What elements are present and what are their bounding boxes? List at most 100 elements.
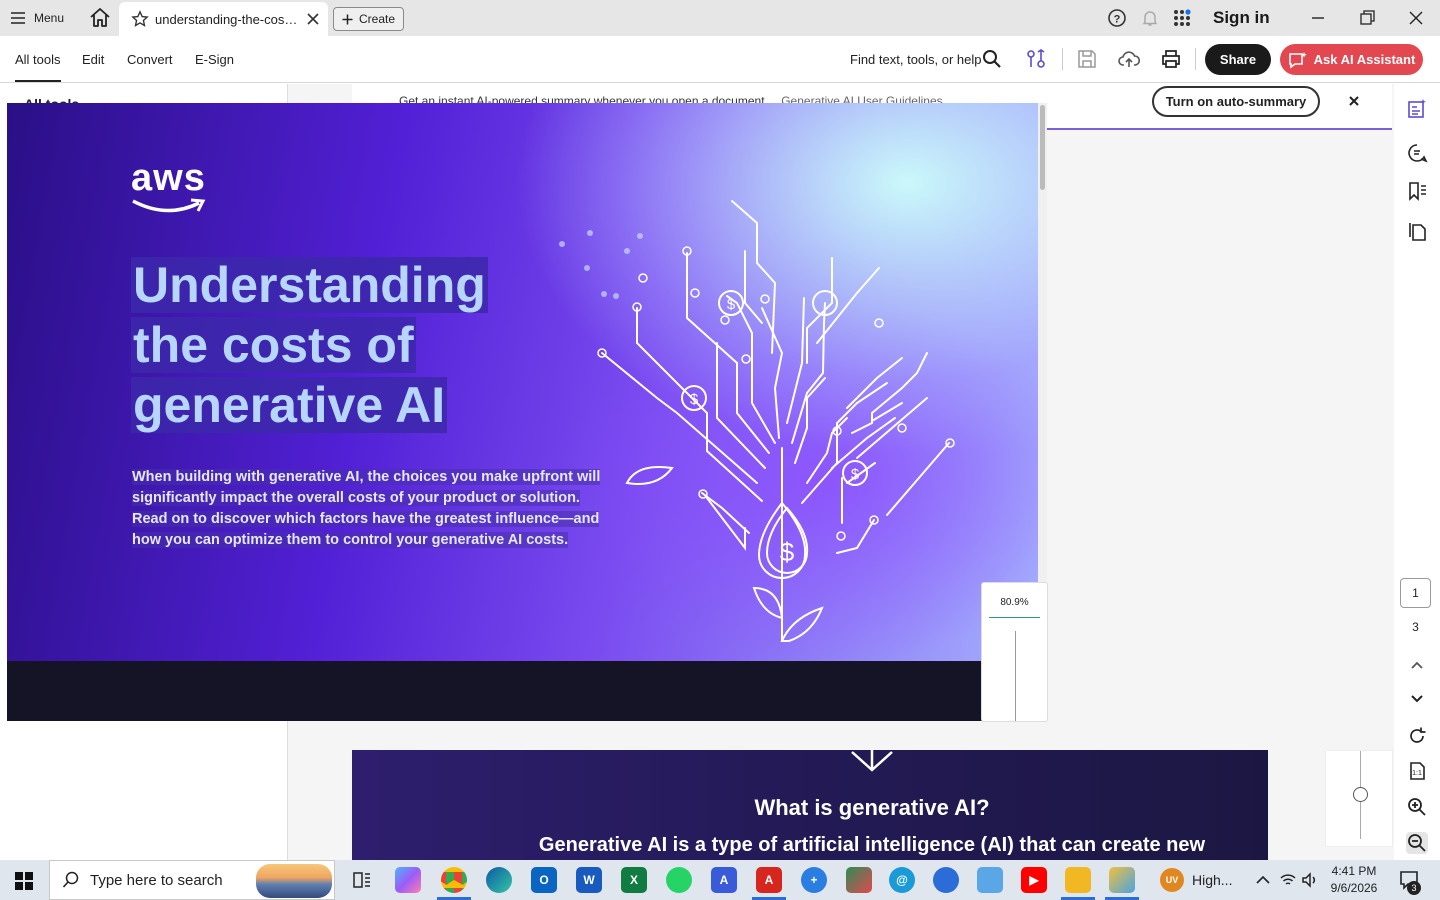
file-explorer-icon[interactable] [1065, 867, 1091, 893]
page-2-content: What is generative AI? Generative AI is … [352, 750, 1392, 860]
zoom-track[interactable] [1015, 631, 1016, 721]
copilot-icon[interactable] [395, 867, 421, 893]
search-placeholder: Type here to search [90, 871, 223, 889]
profile-label[interactable]: High... [1192, 872, 1232, 888]
apps-grid-icon[interactable] [1172, 8, 1192, 28]
svg-text:$: $ [780, 537, 795, 567]
zoom-out-icon[interactable] [1406, 832, 1428, 854]
sign-in-link[interactable]: Sign in [1213, 8, 1270, 28]
paint-icon[interactable] [1109, 867, 1135, 893]
edge-icon[interactable] [486, 867, 512, 893]
comment-icon[interactable] [1406, 142, 1428, 164]
close-tab-icon[interactable] [306, 12, 320, 26]
zoom-slider-panel[interactable] [1325, 750, 1393, 847]
system-clock[interactable]: 4:41 PM 9/6/2026 [1326, 863, 1382, 897]
svg-text:$: $ [690, 391, 699, 408]
title-line-1: Understanding [131, 257, 488, 313]
document-tab[interactable]: understanding-the-costs... [119, 2, 328, 36]
save-icon[interactable] [1076, 48, 1098, 70]
document-cover-page[interactable]: aws Understanding the costs of generativ… [7, 103, 1047, 721]
svg-text:$: $ [727, 296, 736, 313]
cloud-upload-icon[interactable] [1118, 48, 1140, 70]
close-banner-icon[interactable] [1347, 94, 1361, 108]
mail-icon[interactable] [977, 867, 1003, 893]
aws-logo: aws [131, 159, 207, 215]
search-icon [62, 871, 79, 888]
azure-icon[interactable]: A [711, 867, 737, 893]
tab-all-tools[interactable]: All tools [15, 52, 61, 82]
find-text-tools-help[interactable]: Find text, tools, or help [850, 52, 982, 67]
title-line-2: the costs of [131, 317, 416, 373]
svg-text:?: ? [1114, 14, 1121, 26]
ai-assistant-label: Ask AI Assistant [1313, 52, 1416, 67]
tab-edit[interactable]: Edit [82, 52, 104, 67]
share-button[interactable]: Share [1205, 44, 1271, 75]
zoom-value[interactable]: 80.9% [982, 597, 1047, 608]
scrollbar-thumb[interactable] [1040, 105, 1045, 190]
notification-count: 3 [1407, 881, 1421, 895]
outlook-icon[interactable]: O [531, 867, 557, 893]
zoom-slider-knob[interactable] [1353, 787, 1368, 802]
tab-e-sign[interactable]: E-Sign [195, 52, 234, 67]
volume-icon[interactable] [1301, 871, 1319, 889]
main-toolbar: All tools Edit Convert E-Sign Find text,… [0, 36, 1440, 83]
mail-client-icon[interactable] [933, 867, 959, 893]
chevron-down-icon[interactable] [1406, 687, 1428, 709]
chrome-icon[interactable] [441, 867, 467, 893]
document-page-2[interactable]: What is generative AI? Generative AI is … [352, 750, 1268, 860]
title-line-3: generative AI [131, 377, 448, 433]
create-button[interactable]: Create [333, 7, 404, 31]
taskbar-search[interactable]: Type here to search [49, 860, 335, 900]
youtube-icon[interactable]: ▶ [1021, 867, 1047, 893]
whatsapp-icon[interactable] [666, 867, 692, 893]
wifi-icon[interactable] [1279, 871, 1297, 889]
photos-app-icon[interactable] [846, 867, 872, 893]
money-plant-illustration: $ $ $ $ [559, 200, 955, 721]
turn-on-auto-summary-button[interactable]: Turn on auto-summary [1152, 86, 1320, 117]
excel-icon[interactable]: X [621, 867, 647, 893]
zoom-popup[interactable]: 80.9% [981, 582, 1048, 722]
search-icon[interactable] [981, 48, 1003, 70]
acrobat-icon[interactable]: A [756, 867, 782, 893]
current-page-field[interactable]: 1 [1400, 578, 1431, 608]
page-thumbnails-icon[interactable]: 1:1 [1406, 760, 1428, 782]
cover-title: Understanding the costs of generative AI [131, 255, 488, 435]
window-close-icon[interactable] [1404, 6, 1428, 30]
restore-icon[interactable] [1355, 6, 1379, 30]
pages-icon[interactable] [1406, 220, 1428, 242]
ai-tools-icon[interactable] [1025, 48, 1047, 70]
print-icon[interactable] [1160, 48, 1182, 70]
tab-convert[interactable]: Convert [127, 52, 173, 67]
star-icon[interactable] [131, 10, 149, 28]
arrow-down-icon [851, 750, 893, 772]
toolbar-divider [1195, 48, 1196, 70]
email-at-icon[interactable]: @ [889, 867, 915, 893]
tab-title: understanding-the-costs... [155, 11, 300, 27]
minimize-icon[interactable] [1306, 6, 1330, 30]
svg-text:$: $ [851, 466, 860, 483]
ai-assistant-icon [1288, 51, 1307, 69]
clock-date: 9/6/2026 [1330, 881, 1378, 895]
chevron-up-icon[interactable] [1406, 654, 1428, 676]
menu-button[interactable]: Menu [10, 6, 64, 30]
ai-summary-icon[interactable] [1406, 98, 1428, 120]
chevron-up-icon[interactable] [1254, 871, 1272, 889]
home-icon[interactable] [88, 6, 112, 30]
refresh-icon[interactable] [1406, 725, 1428, 747]
search-highlight-image [256, 864, 332, 898]
page-2-heading: What is generative AI? [754, 795, 990, 820]
create-label: Create [358, 12, 396, 26]
ask-ai-assistant-button[interactable]: Ask AI Assistant [1280, 44, 1423, 75]
zoom-in-icon[interactable] [1406, 796, 1428, 818]
task-view-icon[interactable] [349, 867, 375, 893]
help-icon[interactable]: ? [1107, 8, 1127, 28]
profile-avatar[interactable]: UV [1160, 868, 1184, 892]
helper-app-icon[interactable]: + [801, 867, 827, 893]
right-rail: 1 3 1:1 [1394, 84, 1440, 860]
bell-icon[interactable] [1140, 8, 1160, 28]
bookmark-icon[interactable] [1406, 180, 1428, 202]
word-icon[interactable]: W [576, 867, 602, 893]
zoom-value-underline [989, 617, 1040, 618]
windows-start-icon[interactable] [14, 871, 34, 891]
total-pages: 3 [1412, 620, 1419, 634]
